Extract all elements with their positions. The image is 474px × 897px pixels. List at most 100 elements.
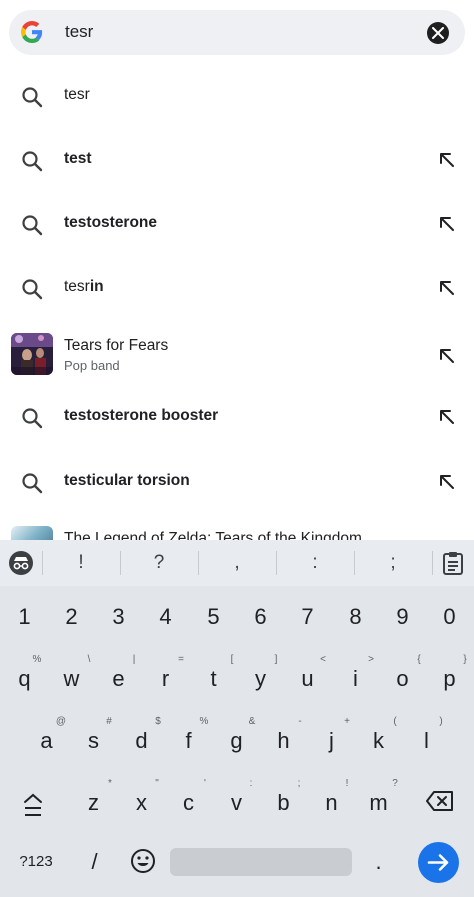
key-hint: & — [248, 716, 256, 727]
suggestion-text: test — [64, 150, 92, 167]
clear-button[interactable] — [427, 22, 449, 44]
search-input[interactable]: tesr — [65, 22, 93, 42]
clipboard-icon[interactable] — [436, 540, 470, 586]
search-icon — [22, 473, 43, 494]
suggestion-row[interactable]: testosterone — [0, 193, 474, 257]
key-s[interactable]: s — [70, 728, 117, 754]
key-hint: " — [155, 778, 159, 789]
key-5[interactable]: 5 — [190, 604, 237, 630]
suggestion-text: tesrin — [64, 278, 104, 295]
fill-query-arrow-icon[interactable] — [436, 471, 458, 493]
key-hint: ! — [345, 778, 349, 789]
suggestion-text: tesr — [64, 86, 90, 103]
search-go-button[interactable] — [418, 842, 459, 883]
key-hint: : — [249, 778, 253, 789]
suggestion-row[interactable]: test — [0, 129, 474, 193]
key-b[interactable]: b — [260, 790, 307, 816]
quick-key[interactable]: ; — [354, 540, 432, 586]
key-8[interactable]: 8 — [332, 604, 379, 630]
key-4[interactable]: 4 — [142, 604, 189, 630]
fill-query-arrow-icon[interactable] — [436, 406, 458, 428]
key-o[interactable]: o — [379, 666, 426, 692]
suggestion-row[interactable]: testosterone booster — [0, 386, 474, 450]
key-l[interactable]: l — [403, 728, 450, 754]
fill-query-arrow-icon[interactable] — [436, 277, 458, 299]
suggestion-row[interactable]: tesrin — [0, 257, 474, 321]
key-j[interactable]: j — [308, 728, 355, 754]
search-icon — [22, 408, 43, 429]
key-hint: ) — [439, 716, 443, 727]
search-icon — [22, 87, 43, 108]
entity-title: The Legend of Zelda: Tears of the Kingdo… — [64, 530, 362, 540]
key-u[interactable]: u — [284, 666, 331, 692]
suggestion-text: testosterone booster — [64, 407, 219, 424]
key-z[interactable]: z — [70, 790, 117, 816]
quick-key[interactable]: , — [198, 540, 276, 586]
key-1[interactable]: 1 — [1, 604, 48, 630]
key-hint: \ — [87, 654, 91, 665]
band-thumbnail-image — [11, 333, 53, 375]
key-hint: | — [132, 654, 136, 665]
key-h[interactable]: h — [260, 728, 307, 754]
key-q[interactable]: q — [1, 666, 48, 692]
key-m[interactable]: m — [355, 790, 402, 816]
key-hint: - — [298, 716, 302, 727]
quick-key[interactable]: : — [276, 540, 354, 586]
key-2[interactable]: 2 — [48, 604, 95, 630]
key-6[interactable]: 6 — [237, 604, 284, 630]
key-k[interactable]: k — [355, 728, 402, 754]
key-d[interactable]: d — [118, 728, 165, 754]
key-hint: ; — [297, 778, 301, 789]
symbols-key[interactable]: ?123 — [10, 853, 62, 870]
key-e[interactable]: e — [95, 666, 142, 692]
entity-suggestion-row[interactable]: The Legend of Zelda: Tears of the Kingdo… — [0, 522, 474, 540]
key-9[interactable]: 9 — [379, 604, 426, 630]
key-7[interactable]: 7 — [284, 604, 331, 630]
key-c[interactable]: c — [165, 790, 212, 816]
key-i[interactable]: i — [332, 666, 379, 692]
game-thumbnail-image — [11, 526, 53, 540]
key-r[interactable]: r — [142, 666, 189, 692]
search-bar[interactable]: tesr — [9, 10, 465, 55]
key-x[interactable]: x — [118, 790, 165, 816]
key-p[interactable]: p — [426, 666, 473, 692]
backspace-key[interactable] — [416, 790, 463, 818]
key-y[interactable]: y — [237, 666, 284, 692]
key-hint: % — [199, 716, 209, 727]
key-n[interactable]: n — [308, 790, 355, 816]
key-hint: } — [463, 654, 467, 665]
key-hint: < — [320, 654, 326, 665]
suggestion-row[interactable]: tesr — [0, 65, 474, 129]
key-hint: ' — [204, 778, 206, 789]
entity-suggestion-row[interactable]: Tears for Fears Pop band — [0, 325, 474, 385]
shift-icon — [23, 793, 42, 816]
arrow-right-icon — [427, 854, 449, 871]
emoji-key[interactable] — [119, 848, 166, 880]
fill-query-arrow-icon[interactable] — [436, 149, 458, 171]
key-hint: @ — [55, 716, 67, 727]
quick-key[interactable]: ? — [120, 540, 198, 586]
key-slash[interactable]: / — [71, 849, 118, 875]
key-hint: [ — [230, 654, 234, 665]
key-0[interactable]: 0 — [426, 604, 473, 630]
key-v[interactable]: v — [213, 790, 260, 816]
key-g[interactable]: g — [213, 728, 260, 754]
quick-key[interactable]: ! — [42, 540, 120, 586]
entity-subtitle: Pop band — [64, 358, 120, 373]
key-hint: ? — [392, 778, 398, 789]
key-f[interactable]: f — [165, 728, 212, 754]
space-bar[interactable] — [170, 848, 352, 876]
key-a[interactable]: a — [23, 728, 70, 754]
suggestion-row[interactable]: testicular torsion — [0, 451, 474, 515]
key-3[interactable]: 3 — [95, 604, 142, 630]
incognito-icon[interactable] — [6, 540, 36, 586]
fill-query-arrow-icon[interactable] — [436, 345, 458, 367]
key-w[interactable]: w — [48, 666, 95, 692]
fill-query-arrow-icon[interactable] — [436, 213, 458, 235]
key-hint: % — [32, 654, 42, 665]
search-icon — [22, 279, 43, 300]
search-icon — [22, 151, 43, 172]
key-period[interactable]: . — [355, 849, 402, 875]
key-t[interactable]: t — [190, 666, 237, 692]
shift-key[interactable] — [9, 786, 56, 826]
